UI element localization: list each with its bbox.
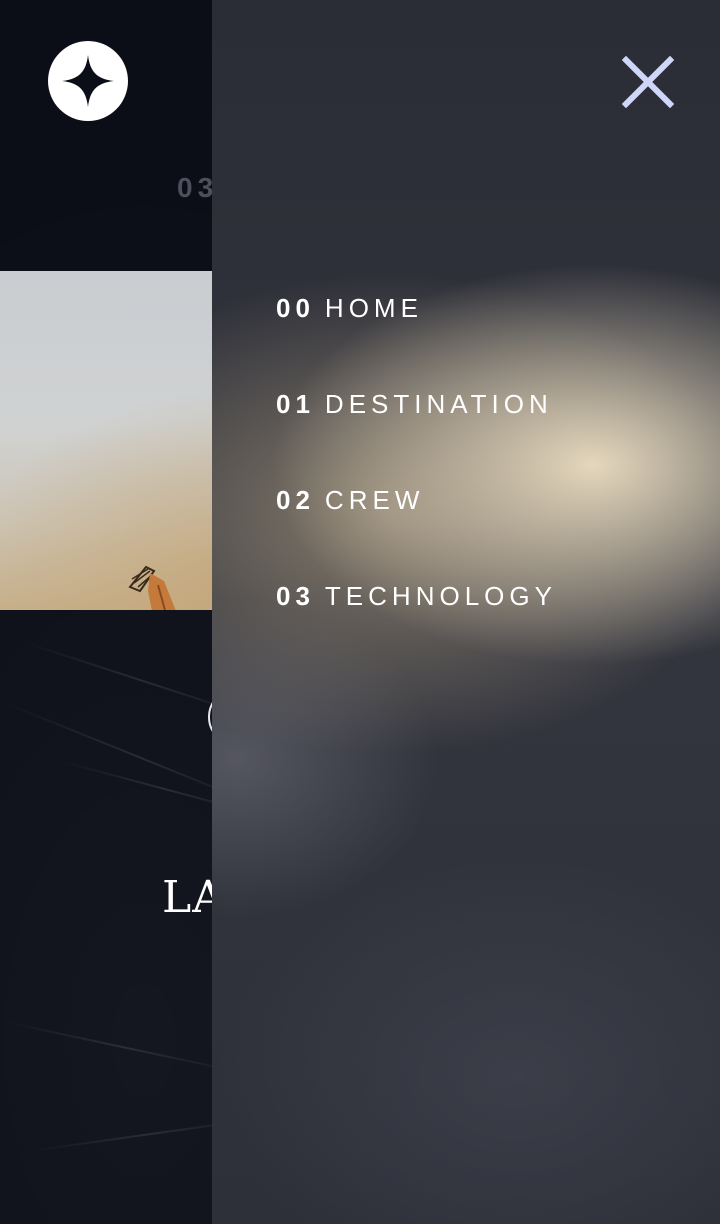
nav-menu: 00 HOME 01 DESTINATION 02 CREW 03 TECHNO… — [276, 286, 557, 670]
nav-item-number: 01 — [276, 388, 315, 419]
star-icon — [62, 55, 114, 107]
launch-tower-image — [128, 565, 176, 610]
nav-item-technology[interactable]: 03 TECHNOLOGY — [276, 574, 557, 618]
nav-drawer: 00 HOME 01 DESTINATION 02 CREW 03 TECHNO… — [212, 0, 720, 1224]
logo[interactable] — [48, 41, 128, 121]
nav-item-crew[interactable]: 02 CREW — [276, 478, 557, 522]
close-button[interactable] — [621, 55, 675, 109]
close-icon — [621, 55, 675, 109]
nav-item-destination[interactable]: 01 DESTINATION — [276, 382, 557, 426]
nav-item-number: 00 — [276, 292, 315, 323]
nav-item-number: 03 — [276, 580, 315, 611]
nav-item-label: CREW — [324, 484, 425, 515]
nav-item-home[interactable]: 00 HOME — [276, 286, 557, 330]
nav-item-label: TECHNOLOGY — [324, 580, 557, 611]
nav-item-label: HOME — [324, 292, 423, 323]
nav-item-number: 02 — [276, 484, 315, 515]
nav-item-label: DESTINATION — [324, 388, 553, 419]
